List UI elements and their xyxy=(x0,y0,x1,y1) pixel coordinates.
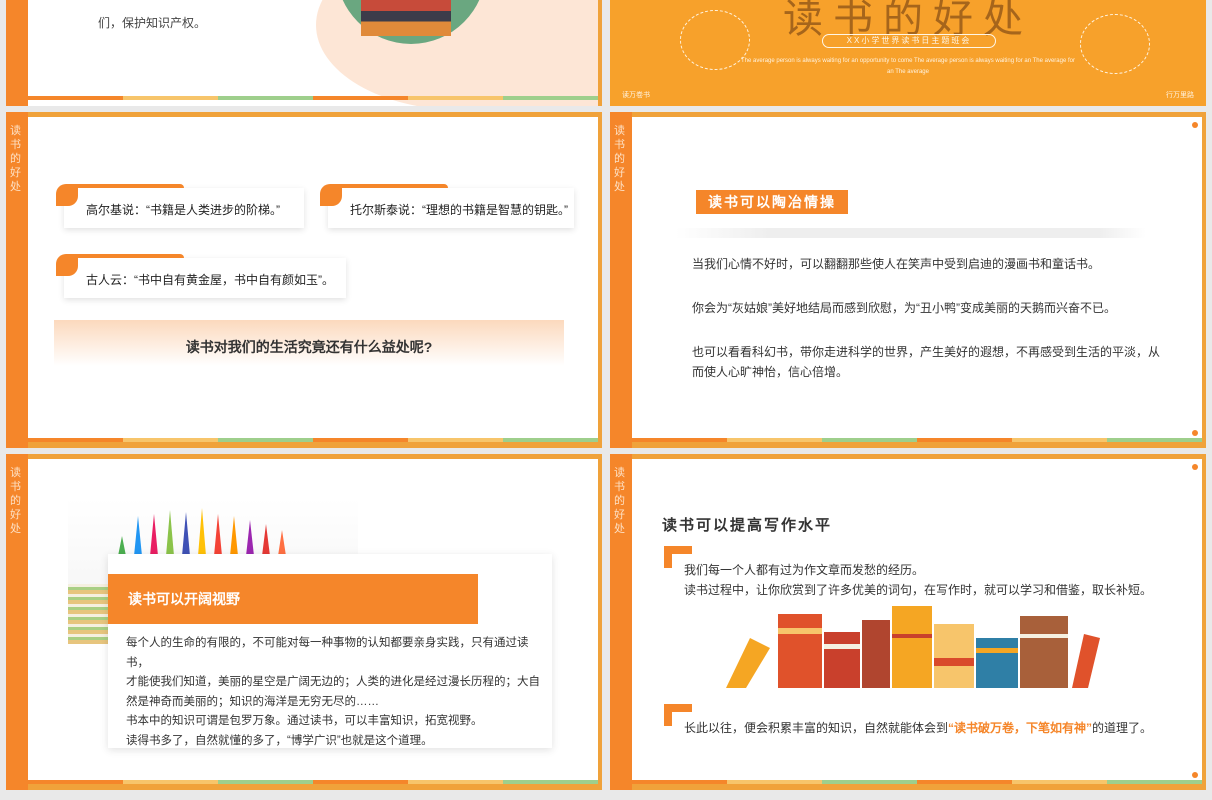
slide-top-bar xyxy=(28,454,602,459)
paragraph: 当我们心情不好时，可以翻翻那些使人在笑声中受到启迪的漫画书和童话书。 xyxy=(692,257,1101,271)
color-stripe xyxy=(28,96,598,100)
card-line: 书本中的知识可谓是包罗万象。通过读书，可以丰富知识，拓宽视野。 xyxy=(126,715,483,727)
card-line: 读得书多了，自然就懂的多了，“博学广识”也就是这个道理。 xyxy=(126,734,433,747)
slide-right-bar xyxy=(1202,112,1206,448)
card-line: 才能使我们知道，美丽的星空是广阔无边的；人类的进化是经过漫长历程的；大自 xyxy=(126,676,540,688)
slide-bottom-bar xyxy=(632,442,1206,448)
paragraph: 读书过程中，让你欣赏到了许多优美的词句，在写作时，就可以学习和借鉴，取长补短。 xyxy=(684,583,1153,597)
brush-stroke-divider xyxy=(676,228,1146,238)
side-vertical-label: 读书的好处 xyxy=(614,466,625,535)
card-line: 每个人的生命的有限的，不可能对每一种事物的认知都要亲身实践，只有通过读书， xyxy=(126,637,529,669)
corner-text-right: 行万里路 xyxy=(1166,92,1194,99)
quote-card: 古人云：“书中自有黄金屋，书中自有颜如玉”。 xyxy=(56,254,346,298)
english-caption: The average person is always waiting for… xyxy=(741,58,1075,75)
slide-top-bar xyxy=(28,112,602,117)
colored-pencils-icon xyxy=(118,508,286,556)
side-vertical-label: 读书的好处 xyxy=(10,466,21,535)
corner-text-left: 读万卷书 xyxy=(622,92,650,99)
quote-tab-icon xyxy=(56,254,78,276)
slide-thumbnail-2[interactable]: 读书的好处 XX小学世界读书日主题班会 The average person i… xyxy=(610,0,1206,106)
slide-thumbnail-4[interactable]: 读书的好处 读书可以陶冶情操 当我们心情不好时，可以翻翻那些使人在笑声中受到启迪… xyxy=(610,112,1206,448)
quote-tab-line xyxy=(64,254,184,258)
slide-top-bar xyxy=(632,454,1206,459)
slide-side-strip: 读书的好处 xyxy=(610,454,632,790)
quote-tab-line xyxy=(328,184,448,188)
section-heading: 读书可以提高写作水平 xyxy=(662,517,833,534)
side-vertical-label: 读书的好处 xyxy=(10,124,21,193)
corner-dot xyxy=(1192,430,1198,436)
corner-dot xyxy=(1192,464,1198,470)
slide-thumbnail-1[interactable]: 们，保护知识产权。 xyxy=(6,0,602,106)
quote-text: 高尔基说：“书籍是人类进步的阶梯。” xyxy=(86,203,280,217)
quote-text: 古人云：“书中自有黄金屋，书中自有颜如玉”。 xyxy=(86,273,334,287)
quote-tab-icon xyxy=(320,184,342,206)
subtitle-pill: XX小学世界读书日主题班会 xyxy=(822,34,996,48)
slide-right-bar xyxy=(598,0,602,106)
card-line: 然是神奇而美丽的；知识的海洋是无穷无尽的…… xyxy=(126,695,379,708)
corner-dot xyxy=(1192,772,1198,778)
paragraph: 长此以往，便会积累丰富的知识，自然就能体会到“读书破万卷，下笔如有神”的道理了。 xyxy=(684,718,1152,738)
slide-bottom-bar xyxy=(632,784,1206,790)
slide-thumbnail-3[interactable]: 读书的好处 高尔基说：“书籍是人类进步的阶梯。” 托尔斯泰说：“理想的书籍是智慧… xyxy=(6,112,602,448)
slide-top-bar xyxy=(632,112,1206,117)
card-body: 每个人的生命的有限的，不可能对每一种事物的认知都要亲身实践，只有通过读书， 才能… xyxy=(126,634,546,751)
paragraph-text: 长此以往，便会积累丰富的知识，自然就能体会到 xyxy=(684,721,949,735)
slide-bottom-bar xyxy=(28,442,602,448)
quote-card: 高尔基说：“书籍是人类进步的阶梯。” xyxy=(56,184,304,228)
slide-bottom-bar xyxy=(28,784,602,790)
quote-text: 托尔斯泰说：“理想的书籍是智慧的钥匙。” xyxy=(350,203,568,217)
quote-tab-icon xyxy=(56,184,78,206)
slide-right-bar xyxy=(1202,454,1206,790)
paragraph: 我们每一个人都有过为作文章而发愁的经历。 xyxy=(684,563,925,577)
paragraph-text: 的道理了。 xyxy=(1092,721,1153,735)
slide1-text: 们，保护知识产权。 xyxy=(98,16,207,30)
slide-thumbnail-6[interactable]: 读书的好处 读书可以提高写作水平 我们每一个人都有过为作文章而发愁的经历。 读书… xyxy=(610,454,1206,790)
section-heading: 读书可以陶冶情操 xyxy=(696,190,848,214)
paragraph: 也可以看看科幻书，带你走进科学的世界，产生美好的遐想，不再感受到生活的平淡，从而… xyxy=(692,345,1161,379)
books-illustration-icon xyxy=(726,606,1100,688)
side-vertical-label: 读书的好处 xyxy=(614,124,625,193)
quote-card: 托尔斯泰说：“理想的书籍是智慧的钥匙。” xyxy=(320,184,574,228)
section-heading: 读书可以开阔视野 xyxy=(108,574,478,624)
slide-side-strip: 读书的好处 xyxy=(610,112,632,448)
highlight-quote: “读书破万卷，下笔如有神” xyxy=(948,721,1093,735)
question-band: 读书对我们的生活究竟还有什么益处呢? xyxy=(54,320,564,366)
slide-right-bar xyxy=(598,112,602,448)
slide-side-strip: 读书的好处 xyxy=(6,454,28,790)
corner-dot xyxy=(1192,122,1198,128)
quote-tab-line xyxy=(64,184,184,188)
slide-right-bar xyxy=(598,454,602,790)
slide-thumbnail-5[interactable]: 读书的好处 读书可以开阔视野 每个人的生命的有限的，不可能对每一种事物的认知都要… xyxy=(6,454,602,790)
bookshelf-image xyxy=(361,0,451,36)
slide-side-strip: 读书的好处 xyxy=(6,112,28,448)
paragraph: 你会为“灰姑娘”美好地结局而感到欣慰，为“丑小鸭”变成美丽的天鹅而兴奋不已。 xyxy=(692,301,1116,315)
slide-side-strip xyxy=(6,0,28,106)
